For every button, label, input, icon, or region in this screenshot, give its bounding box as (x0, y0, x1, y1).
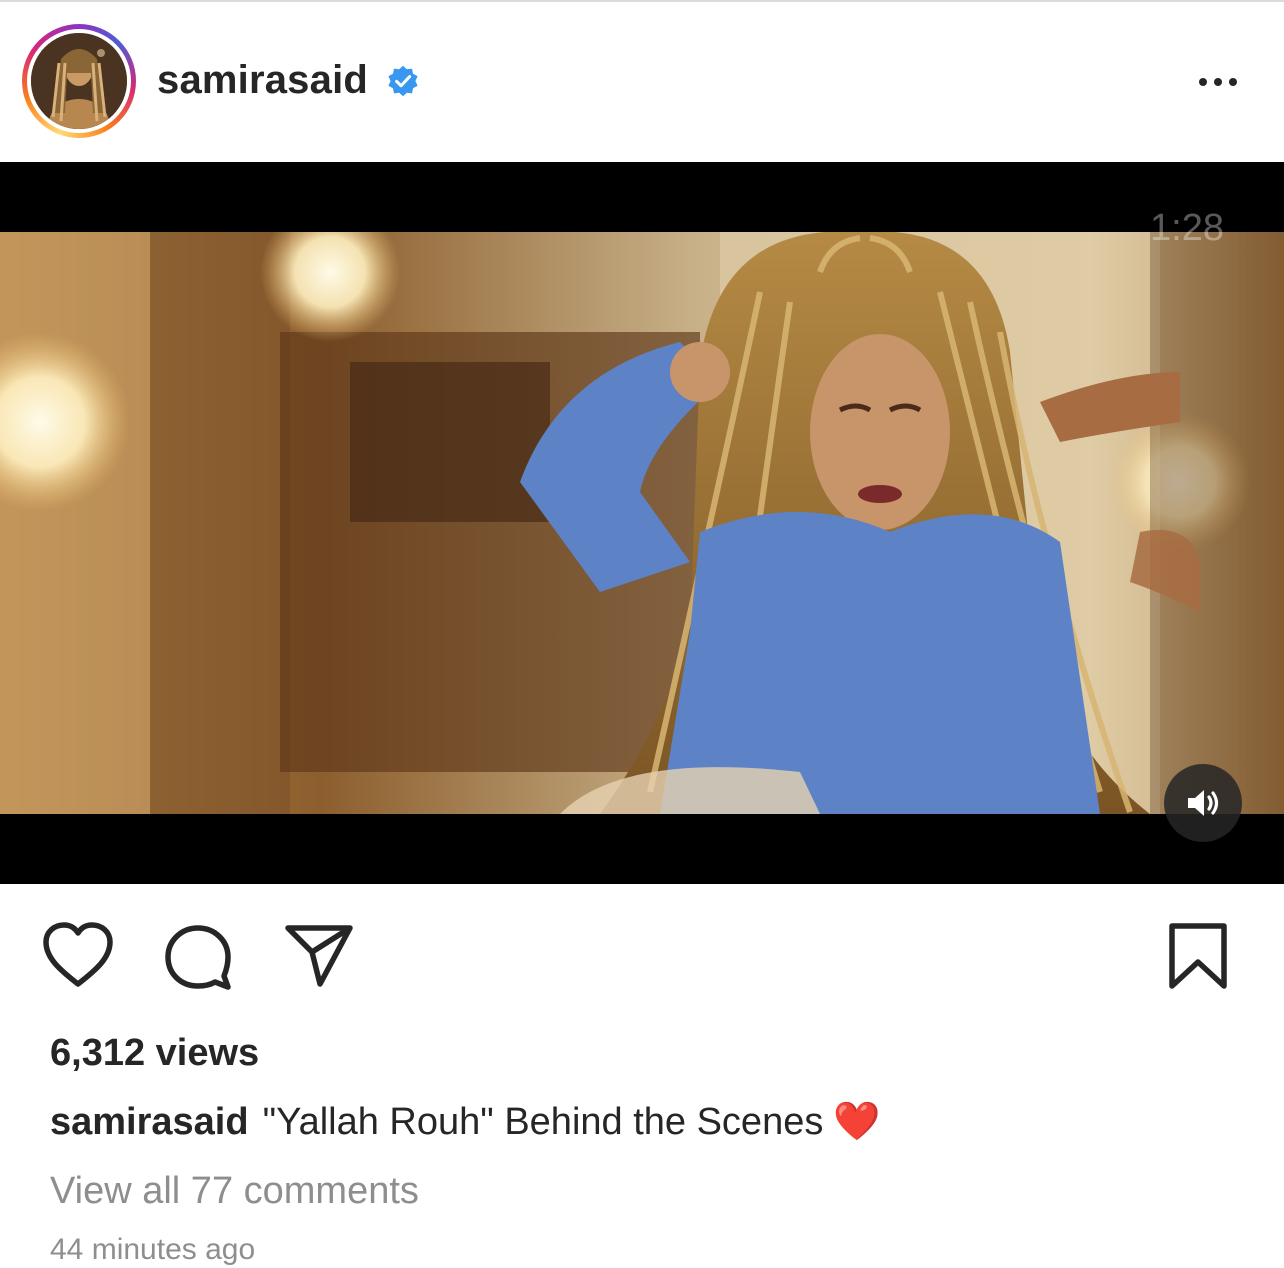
view-count[interactable]: 6,312 views (50, 1030, 259, 1076)
paper-plane-icon (285, 925, 353, 987)
caption: samirasaid "Yallah Rouh" Behind the Scene… (50, 1099, 881, 1145)
more-options-button[interactable] (1188, 66, 1248, 98)
post-actions (0, 884, 1284, 1024)
verified-badge-icon (388, 65, 418, 97)
comment-bubble-icon (165, 925, 231, 990)
mute-toggle-button[interactable] (1164, 764, 1242, 842)
post-username[interactable]: samirasaid (157, 56, 368, 104)
more-horizontal-icon (1199, 78, 1207, 86)
comment-button[interactable] (160, 922, 236, 992)
avatar[interactable] (31, 33, 127, 129)
video-player[interactable]: 1:28 (0, 162, 1284, 884)
video-duration: 1:28 (1150, 207, 1224, 249)
video-thumbnail (0, 232, 1284, 814)
like-button[interactable] (40, 920, 116, 990)
post-header: samirasaid (0, 2, 1284, 162)
view-all-comments-link[interactable]: View all 77 comments (50, 1168, 419, 1214)
share-button[interactable] (280, 920, 356, 990)
video-frame[interactable] (0, 232, 1284, 814)
save-button[interactable] (1162, 920, 1234, 992)
caption-text: "Yallah Rouh" Behind the Scenes (262, 1101, 824, 1143)
speaker-on-icon (1188, 790, 1219, 816)
bookmark-outline-icon (1169, 923, 1227, 989)
post-timestamp: 44 minutes ago (50, 1233, 256, 1266)
heart-outline-icon (43, 922, 113, 987)
avatar-image (31, 33, 127, 129)
story-ring[interactable] (22, 24, 136, 138)
red-heart-emoji: ❤️ (833, 1101, 881, 1143)
caption-username[interactable]: samirasaid (50, 1101, 249, 1143)
